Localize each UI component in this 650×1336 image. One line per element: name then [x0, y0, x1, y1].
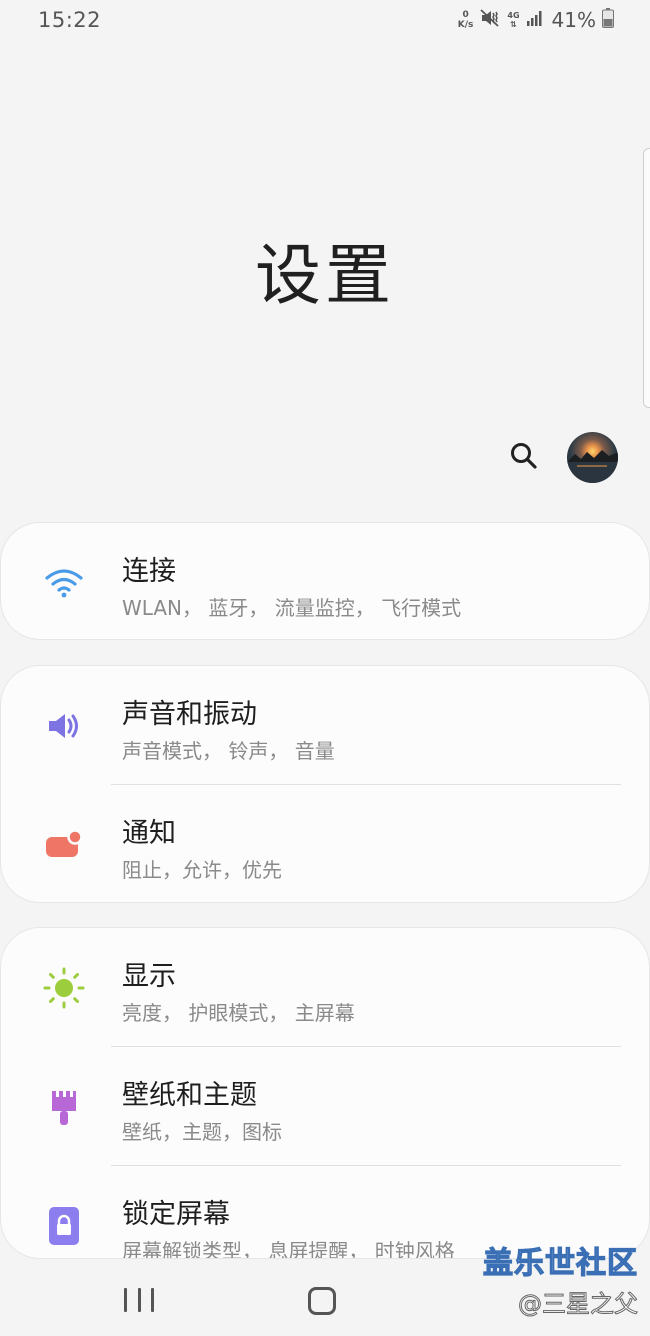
volume-icon	[43, 705, 85, 747]
settings-item-title: 通知	[122, 818, 176, 849]
search-button[interactable]	[506, 440, 542, 476]
settings-group-connections: 连接 WLAN， 蓝牙， 流量监控， 飞行模式	[0, 522, 650, 640]
settings-item-display[interactable]: 显示 亮度， 护眼模式， 主屏幕	[1, 928, 649, 1047]
settings-item-connections[interactable]: 连接 WLAN， 蓝牙， 流量监控， 飞行模式	[1, 523, 649, 639]
search-icon	[509, 441, 539, 475]
brightness-icon	[43, 967, 85, 1009]
mute-vibrate-icon	[479, 8, 501, 32]
settings-item-subtitle: 壁纸，主题，图标	[122, 1120, 282, 1144]
recents-icon-bar	[124, 1288, 127, 1312]
network-type-indicator: 4G ⇅	[507, 11, 519, 29]
home-button[interactable]	[308, 1287, 336, 1315]
data-arrows-icon: ⇅	[510, 20, 517, 29]
notification-icon	[43, 824, 85, 866]
recents-button[interactable]	[124, 1288, 154, 1314]
paint-brush-icon	[43, 1086, 85, 1128]
settings-group-display: 显示 亮度， 护眼模式， 主屏幕 壁纸和主题 壁纸，主题，图标 锁定屏幕 屏幕解…	[0, 927, 650, 1259]
settings-item-subtitle: 阻止，允许，优先	[122, 858, 282, 882]
signal-icon	[526, 9, 544, 31]
network-speed-unit: K/s	[457, 20, 474, 30]
settings-item-title: 锁定屏幕	[122, 1199, 230, 1230]
battery-percent: 41%	[551, 8, 596, 32]
settings-item-subtitle: 亮度， 护眼模式， 主屏幕	[122, 1001, 355, 1025]
network-type-label: 4G	[507, 11, 520, 20]
status-icons: 0 K/s 4G ⇅ 41%	[458, 6, 614, 34]
status-time: 15:22	[38, 8, 102, 32]
recents-icon-bar	[137, 1288, 141, 1312]
settings-item-title: 声音和振动	[122, 699, 257, 730]
network-speed-value: 0	[462, 10, 469, 20]
settings-item-subtitle: 屏幕解锁类型， 息屏提醒， 时钟风格	[122, 1239, 455, 1259]
settings-item-subtitle: 声音模式， 铃声， 音量	[122, 739, 335, 763]
settings-item-title: 连接	[122, 556, 176, 587]
settings-item-sound-vibration[interactable]: 声音和振动 声音模式， 铃声， 音量	[1, 666, 649, 785]
settings-item-wallpapers-themes[interactable]: 壁纸和主题 壁纸，主题，图标	[1, 1047, 649, 1166]
settings-item-title: 壁纸和主题	[122, 1080, 257, 1111]
recents-icon-bar	[151, 1288, 154, 1312]
settings-group-sound-notifications: 声音和振动 声音模式， 铃声， 音量 通知 阻止，允许，优先	[0, 665, 650, 903]
profile-avatar[interactable]	[567, 432, 618, 483]
network-speed-indicator: 0 K/s	[458, 10, 474, 30]
settings-item-notifications[interactable]: 通知 阻止，允许，优先	[1, 785, 649, 902]
battery-icon	[602, 8, 614, 32]
settings-item-subtitle: WLAN， 蓝牙， 流量监控， 飞行模式	[122, 596, 462, 620]
page-title: 设置	[255, 237, 395, 314]
navigation-bar	[0, 1268, 650, 1336]
settings-item-title: 显示	[122, 961, 176, 992]
lock-icon	[43, 1205, 85, 1247]
wifi-icon	[43, 562, 85, 604]
status-bar: 15:22 0 K/s 4G ⇅ 41%	[0, 0, 650, 40]
